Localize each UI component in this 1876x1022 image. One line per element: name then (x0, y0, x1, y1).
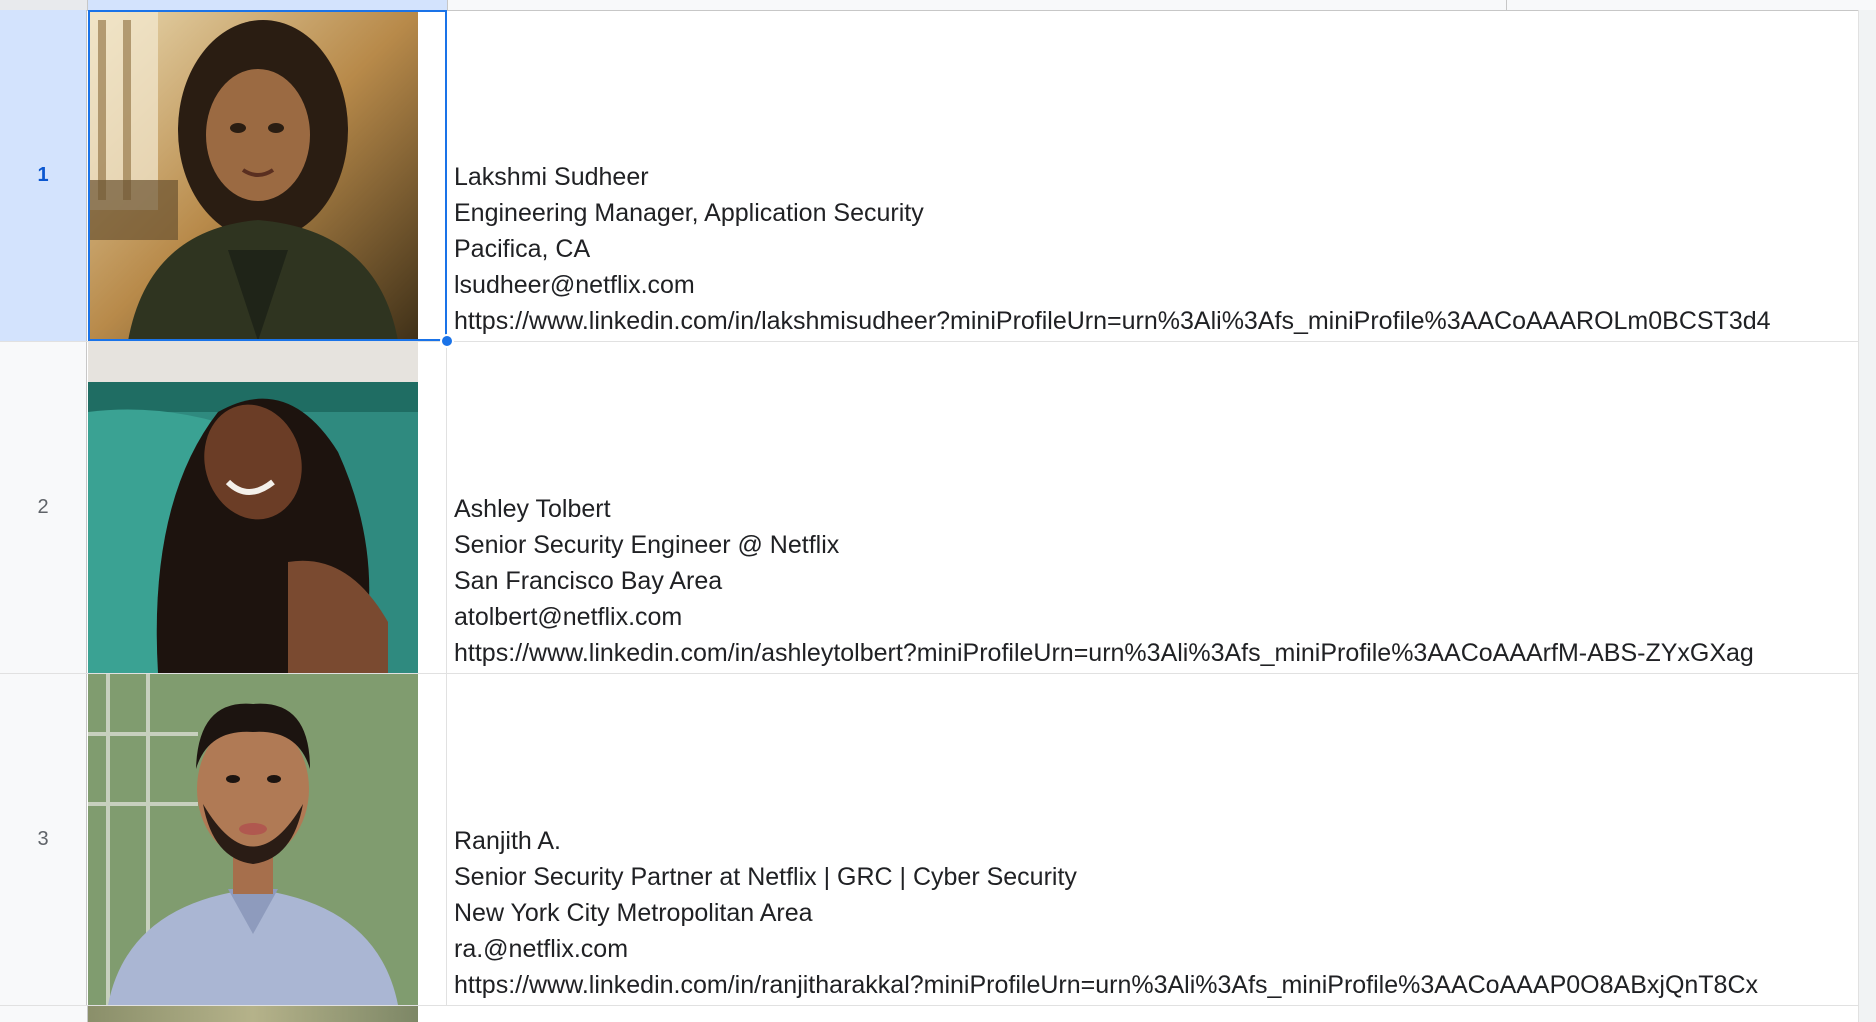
row-header-2[interactable]: 2 (0, 342, 87, 673)
spreadsheet-grid[interactable]: 1 Lakshmi Sudheer Engineering Manager, A… (0, 0, 1876, 1022)
row-header-1[interactable]: 1 (0, 10, 87, 341)
contact-email: lsudheer@netflix.com (454, 271, 695, 299)
profile-photo-lakshmi (88, 10, 418, 341)
contact-name: Lakshmi Sudheer (454, 163, 649, 191)
row-header-3[interactable]: 3 (0, 674, 87, 1005)
column-header-c[interactable] (1507, 0, 1876, 10)
table-row: 2 Ashley Tolbert Senior Security Enginee… (0, 342, 1876, 674)
select-all-corner[interactable] (0, 0, 88, 10)
table-row: 3 Ranjith A. Senior Security Partner at … (0, 674, 1876, 1006)
column-header-b[interactable] (448, 0, 1507, 10)
vertical-scrollbar[interactable] (1858, 10, 1876, 1022)
contact-email: ra.@netflix.com (454, 935, 629, 963)
table-row: 1 Lakshmi Sudheer Engineering Manager, A… (0, 10, 1876, 342)
profile-photo-partial (88, 1006, 418, 1022)
contact-linkedin-url[interactable]: https://www.linkedin.com/in/ashleytolber… (454, 635, 1876, 671)
contact-title: Senior Security Partner at Netflix | GRC… (454, 863, 1077, 891)
contact-email: atolbert@netflix.com (454, 603, 683, 631)
column-header-a[interactable] (88, 0, 448, 10)
profile-info-cell[interactable]: Ashley Tolbert Senior Security Engineer … (448, 342, 1876, 673)
contact-title: Senior Security Engineer @ Netflix (454, 531, 840, 559)
table-row-partial (0, 1006, 1876, 1022)
photo-cell[interactable] (88, 342, 447, 673)
contact-location: San Francisco Bay Area (454, 567, 723, 595)
profile-photo-ashley (88, 342, 418, 673)
contact-location: New York City Metropolitan Area (454, 899, 813, 927)
profile-info-cell[interactable]: Lakshmi Sudheer Engineering Manager, App… (448, 10, 1876, 341)
contact-name: Ashley Tolbert (454, 495, 611, 523)
contact-name: Ranjith A. (454, 827, 562, 855)
contact-location: Pacifica, CA (454, 235, 591, 263)
row-header-4[interactable] (0, 1006, 88, 1022)
contact-linkedin-url[interactable]: https://www.linkedin.com/in/ranjitharakk… (454, 967, 1876, 1003)
fill-handle[interactable] (440, 334, 454, 348)
photo-cell[interactable] (88, 674, 447, 1005)
profile-photo-ranjith (88, 674, 418, 1005)
contact-linkedin-url[interactable]: https://www.linkedin.com/in/lakshmisudhe… (454, 303, 1876, 339)
contact-title: Engineering Manager, Application Securit… (454, 199, 924, 227)
profile-info-cell[interactable]: Ranjith A. Senior Security Partner at Ne… (448, 674, 1876, 1005)
photo-cell[interactable] (88, 10, 447, 341)
